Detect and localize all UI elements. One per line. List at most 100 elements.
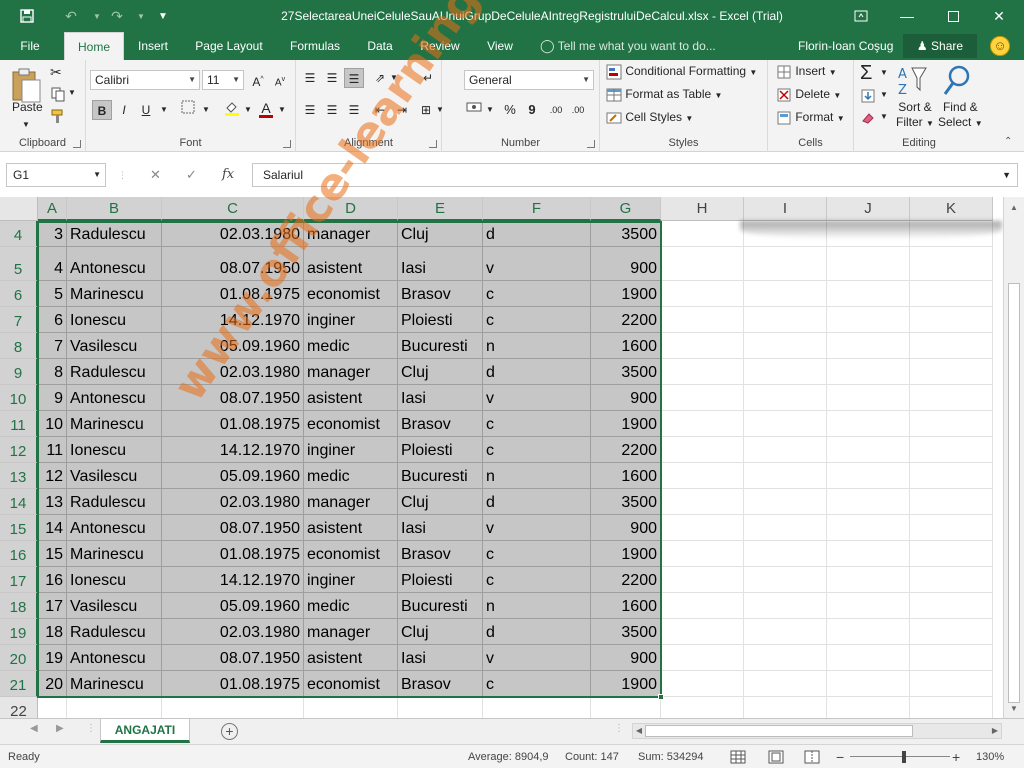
empty-cell[interactable] — [910, 697, 993, 718]
empty-cell[interactable] — [910, 463, 993, 489]
sheet-tab-angajati[interactable]: ANGAJATI — [100, 719, 190, 743]
splitter-icon[interactable]: ⋮ — [614, 723, 624, 734]
table-cell[interactable]: 02.03.1980 — [162, 359, 304, 385]
table-cell[interactable]: 02.03.1980 — [162, 489, 304, 515]
empty-cell[interactable] — [910, 541, 993, 567]
empty-cell[interactable] — [744, 281, 827, 307]
paste-dropdown-icon[interactable]: ▼ — [22, 120, 30, 129]
table-cell[interactable]: Marinescu — [67, 281, 162, 307]
table-cell[interactable]: 11 — [38, 437, 67, 463]
fill-icon[interactable] — [860, 88, 876, 107]
table-cell[interactable]: d — [483, 619, 591, 645]
table-cell[interactable]: inginer — [304, 437, 398, 463]
bold-button[interactable]: B — [92, 100, 112, 120]
row-header[interactable]: 7 — [0, 307, 38, 333]
empty-cell[interactable] — [910, 385, 993, 411]
table-cell[interactable]: Cluj — [398, 221, 483, 247]
table-cell[interactable]: asistent — [304, 645, 398, 671]
table-cell[interactable]: c — [483, 281, 591, 307]
empty-cell[interactable] — [910, 411, 993, 437]
vertical-scroll-thumb[interactable] — [1008, 283, 1020, 703]
increase-indent-icon[interactable]: ⇥ — [392, 100, 412, 120]
share-button[interactable]: ♟ Share — [903, 34, 977, 58]
add-sheet-icon[interactable]: + — [221, 723, 238, 740]
empty-cell[interactable] — [483, 697, 591, 718]
empty-cell[interactable] — [910, 515, 993, 541]
empty-cell[interactable] — [661, 307, 744, 333]
table-cell[interactable]: 900 — [591, 645, 661, 671]
empty-cell[interactable] — [827, 463, 910, 489]
empty-cell[interactable] — [827, 247, 910, 281]
empty-cell[interactable] — [661, 359, 744, 385]
alignment-dialog-icon[interactable] — [429, 140, 437, 148]
empty-cell[interactable] — [744, 411, 827, 437]
table-cell[interactable]: n — [483, 593, 591, 619]
empty-cell[interactable] — [827, 541, 910, 567]
format-painter-icon[interactable] — [50, 108, 66, 127]
row-header[interactable]: 15 — [0, 515, 38, 541]
table-cell[interactable]: 3500 — [591, 221, 661, 247]
decrease-font-icon[interactable]: Av — [270, 70, 290, 90]
cancel-icon[interactable]: ✕ — [150, 163, 161, 187]
sort-filter-icon[interactable]: AZ — [898, 64, 928, 101]
empty-cell[interactable] — [591, 697, 661, 718]
table-cell[interactable]: 17 — [38, 593, 67, 619]
table-cell[interactable]: 16 — [38, 567, 67, 593]
table-cell[interactable]: 08.07.1950 — [162, 385, 304, 411]
empty-cell[interactable] — [827, 619, 910, 645]
table-cell[interactable]: n — [483, 463, 591, 489]
table-cell[interactable]: Iasi — [398, 515, 483, 541]
table-cell[interactable]: c — [483, 541, 591, 567]
table-cell[interactable]: Brasov — [398, 671, 483, 697]
status-count[interactable]: Count: 147 — [565, 745, 619, 768]
empty-cell[interactable] — [910, 489, 993, 515]
tab-page-layout[interactable]: Page Layout — [188, 32, 270, 60]
table-cell[interactable]: Cluj — [398, 489, 483, 515]
scroll-up-icon[interactable]: ▲ — [1007, 201, 1021, 215]
empty-cell[interactable] — [827, 489, 910, 515]
empty-cell[interactable] — [744, 359, 827, 385]
table-cell[interactable]: manager — [304, 619, 398, 645]
clear-icon[interactable] — [860, 110, 876, 129]
empty-cell[interactable] — [744, 463, 827, 489]
table-cell[interactable]: c — [483, 307, 591, 333]
minimize-icon[interactable]: — — [884, 0, 930, 32]
table-cell[interactable]: Radulescu — [67, 221, 162, 247]
row-header[interactable]: 11 — [0, 411, 38, 437]
expand-formula-icon[interactable]: ▼ — [1002, 164, 1011, 186]
table-cell[interactable]: 08.07.1950 — [162, 645, 304, 671]
table-cell[interactable]: manager — [304, 359, 398, 385]
empty-cell[interactable] — [661, 411, 744, 437]
table-cell[interactable]: 14.12.1970 — [162, 307, 304, 333]
table-cell[interactable]: asistent — [304, 385, 398, 411]
font-color-dropdown-icon[interactable]: ▼ — [272, 100, 292, 120]
worksheet-grid[interactable]: ABCDEFGHIJK 4 3 Radulescu 02.03.1980 manager… — [0, 197, 1003, 718]
table-cell[interactable]: Ionescu — [67, 567, 162, 593]
empty-cell[interactable] — [661, 333, 744, 359]
find-select-button[interactable]: Find & Select ▼ — [938, 100, 983, 131]
row-header[interactable]: 17 — [0, 567, 38, 593]
sort-filter-button[interactable]: Sort & Filter ▼ — [896, 100, 934, 131]
scroll-down-icon[interactable]: ▼ — [1007, 702, 1021, 716]
borders-icon[interactable] — [178, 100, 198, 120]
row-header[interactable]: 10 — [0, 385, 38, 411]
table-cell[interactable]: 900 — [591, 247, 661, 281]
decrease-decimal-button[interactable]: .00 — [568, 100, 588, 120]
table-cell[interactable]: economist — [304, 281, 398, 307]
empty-cell[interactable] — [910, 645, 993, 671]
page-layout-view-icon[interactable] — [768, 745, 784, 768]
undo-icon[interactable]: ↶ — [58, 0, 84, 32]
table-cell[interactable]: medic — [304, 593, 398, 619]
row-header[interactable]: 19 — [0, 619, 38, 645]
column-header-d[interactable]: D — [304, 197, 398, 221]
insert-function-button[interactable]: fx — [222, 163, 234, 187]
collapse-ribbon-icon[interactable]: ⌃ — [1004, 136, 1012, 147]
table-cell[interactable]: Bucuresti — [398, 333, 483, 359]
row-header[interactable]: 16 — [0, 541, 38, 567]
formula-input[interactable]: Salariul ▼ — [252, 163, 1018, 187]
tab-file[interactable]: File — [8, 32, 52, 60]
empty-cell[interactable] — [910, 671, 993, 697]
percent-button[interactable]: % — [500, 100, 520, 120]
table-cell[interactable]: Iasi — [398, 247, 483, 281]
table-cell[interactable]: medic — [304, 333, 398, 359]
